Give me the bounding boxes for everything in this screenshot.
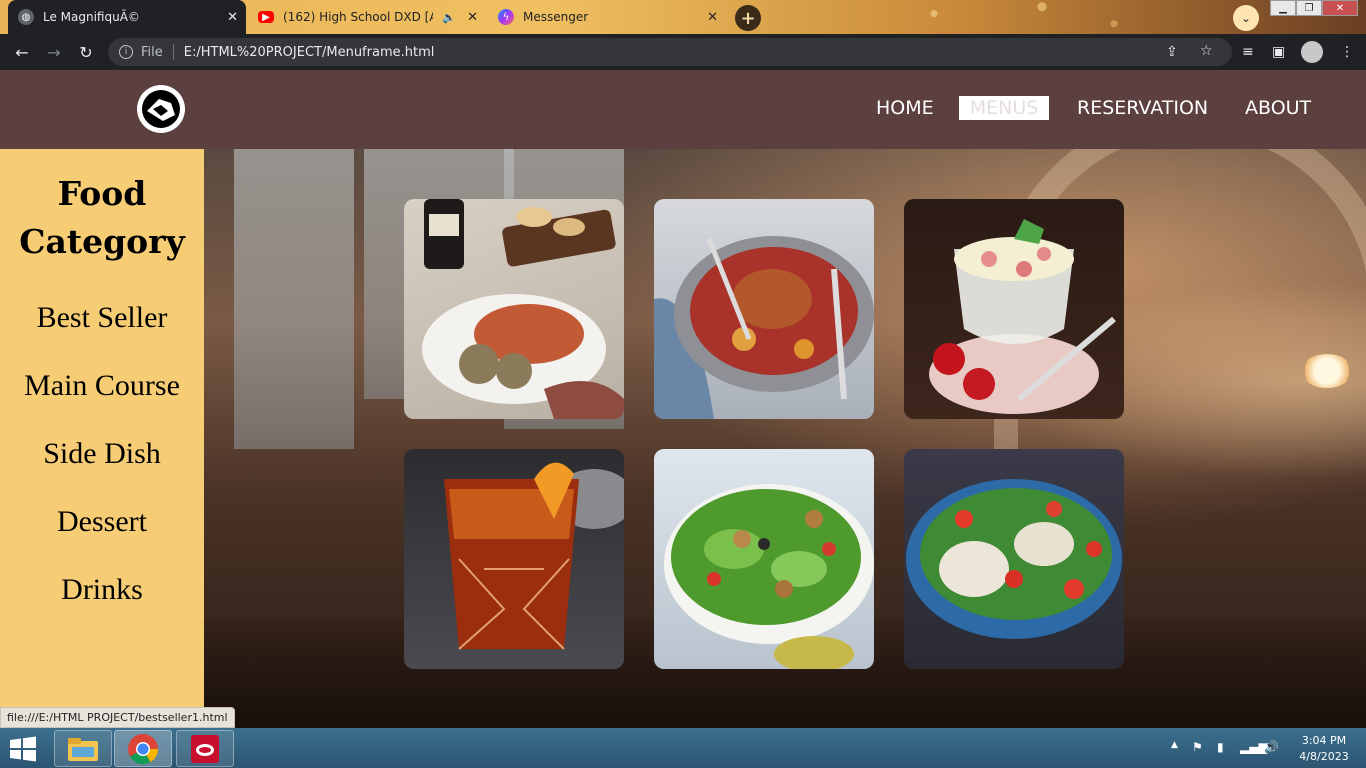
info-icon[interactable]: i <box>119 45 133 59</box>
status-link: file:///E:/HTML PROJECT/bestseller1.html <box>0 707 235 728</box>
strawberry-dessert-photo[interactable] <box>904 199 1124 419</box>
chrome-icon <box>128 733 158 764</box>
category-main-course[interactable]: Main Course <box>0 352 204 420</box>
site-header: HOME MENUS RESERVATION ABOUT <box>0 70 1366 149</box>
nav-home-label: HOME <box>876 97 934 119</box>
speaker-icon[interactable]: 🔈 <box>442 11 456 24</box>
clock-date: 4/8/2023 <box>1299 750 1349 763</box>
nav-about-label: ABOUT <box>1245 97 1312 119</box>
chicken-stew-image <box>654 236 874 419</box>
category-drinks[interactable]: Drinks <box>0 556 204 624</box>
caesar-salad-image <box>664 484 874 669</box>
wall-lamp-decor <box>1301 354 1353 388</box>
restaurant-background <box>204 149 1366 728</box>
pasta-dish-photo[interactable] <box>404 199 624 419</box>
nav-reservation-label: RESERVATION <box>1077 97 1209 119</box>
bean-salad-image <box>906 479 1122 639</box>
restore-button[interactable]: ❐ <box>1296 0 1322 16</box>
window-decor <box>234 149 354 449</box>
tab-title: Messenger <box>523 10 589 24</box>
category-side-dish[interactable]: Side Dish <box>0 420 204 488</box>
nav-menus[interactable]: MENUS <box>959 96 1049 120</box>
side-panel-icon[interactable]: ▣ <box>1272 44 1285 60</box>
tab-strip: ◍ Le MagnifiquÃ© ✕ ▶ (162) High School D… <box>0 0 1366 34</box>
battery-icon[interactable]: ▮ <box>1217 740 1224 754</box>
media-control-icon[interactable]: ≡ <box>1242 44 1254 60</box>
address-divider <box>172 44 174 60</box>
pasta-dish-image <box>422 199 624 419</box>
close-window-button[interactable]: ✕ <box>1322 0 1358 16</box>
tab-youtube[interactable]: ▶ (162) High School DXD [AMV 🔈 ✕ <box>248 0 486 34</box>
negroni-drink-image <box>444 462 624 650</box>
tray-expand-icon[interactable]: ▲ <box>1171 740 1178 750</box>
new-tab-button[interactable]: + <box>735 5 761 31</box>
volume-icon[interactable]: 🔊 <box>1264 740 1279 754</box>
tab-search-icon[interactable]: ⌄ <box>1233 5 1259 31</box>
address-url[interactable]: E:/HTML%20PROJECT/Menuframe.html <box>184 45 435 60</box>
clock-time: 3:04 PM <box>1301 734 1347 747</box>
category-dessert[interactable]: Dessert <box>0 488 204 556</box>
negroni-drink-photo[interactable] <box>404 449 624 669</box>
logo-icon <box>142 90 180 128</box>
globe-icon: ◍ <box>18 9 34 25</box>
close-icon[interactable]: ✕ <box>227 10 238 25</box>
taskbar: ▲ ⚑ ▮ ▂▄▆ 🔊 3:04 PM 4/8/2023 <box>0 728 1366 768</box>
action-center-icon[interactable]: ⚑ <box>1192 740 1203 754</box>
back-icon[interactable]: ← <box>12 43 32 62</box>
tab-title: Le MagnifiquÃ© <box>43 10 140 24</box>
category-best-seller[interactable]: Best Seller <box>0 284 204 352</box>
app-button[interactable] <box>176 730 234 767</box>
minimize-button[interactable]: ▁ <box>1270 0 1296 16</box>
caesar-salad-photo[interactable] <box>654 449 874 669</box>
more-menu-icon[interactable]: ⋮ <box>1340 44 1354 60</box>
nav-home[interactable]: HOME <box>864 96 946 120</box>
reload-icon[interactable]: ↻ <box>76 43 96 62</box>
tab-messenger[interactable]: ϟ Messenger ✕ <box>488 0 726 34</box>
forward-icon[interactable]: → <box>44 43 64 62</box>
nav-menus-label: MENUS <box>969 97 1039 119</box>
share-icon[interactable]: ⇪ <box>1166 44 1178 60</box>
system-clock[interactable]: 3:04 PM 4/8/2023 <box>1296 733 1352 765</box>
site-logo[interactable] <box>137 85 185 133</box>
nav-reservation[interactable]: RESERVATION <box>1065 96 1220 120</box>
messenger-icon: ϟ <box>498 9 514 25</box>
close-icon[interactable]: ✕ <box>707 10 718 25</box>
strawberry-dessert-image <box>929 219 1116 414</box>
tab-title: (162) High School DXD [AMV <box>283 10 433 24</box>
folder-icon <box>68 737 98 761</box>
chicken-stew-photo[interactable] <box>654 199 874 419</box>
nav-about[interactable]: ABOUT <box>1233 96 1323 120</box>
sidebar-title-line1: Food <box>57 174 147 213</box>
category-list: Best Seller Main Course Side Dish Desser… <box>0 284 204 624</box>
youtube-icon: ▶ <box>258 11 274 23</box>
red-app-icon <box>191 734 219 763</box>
address-scheme: File <box>141 44 163 60</box>
chrome-button[interactable] <box>114 730 172 767</box>
web-page: HOME MENUS RESERVATION ABOUT Food Catego… <box>0 70 1366 728</box>
bookmark-star-icon[interactable]: ☆ <box>1200 43 1213 59</box>
address-bar[interactable]: i File E:/HTML%20PROJECT/Menuframe.html … <box>108 38 1232 66</box>
tab-le-magnifique[interactable]: ◍ Le MagnifiquÃ© ✕ <box>8 0 246 34</box>
file-explorer-button[interactable] <box>54 730 112 767</box>
avatar[interactable] <box>1301 41 1323 63</box>
category-sidebar: Food Category Best Seller Main Course Si… <box>0 149 204 728</box>
sidebar-title-line2: Category <box>19 222 185 261</box>
bean-salad-photo[interactable] <box>904 449 1124 669</box>
sidebar-title: Food Category <box>0 170 204 266</box>
windows-start-icon[interactable] <box>8 736 38 762</box>
close-icon[interactable]: ✕ <box>467 10 478 25</box>
toolbar: ← → ↻ i File E:/HTML%20PROJECT/Menuframe… <box>0 34 1366 70</box>
